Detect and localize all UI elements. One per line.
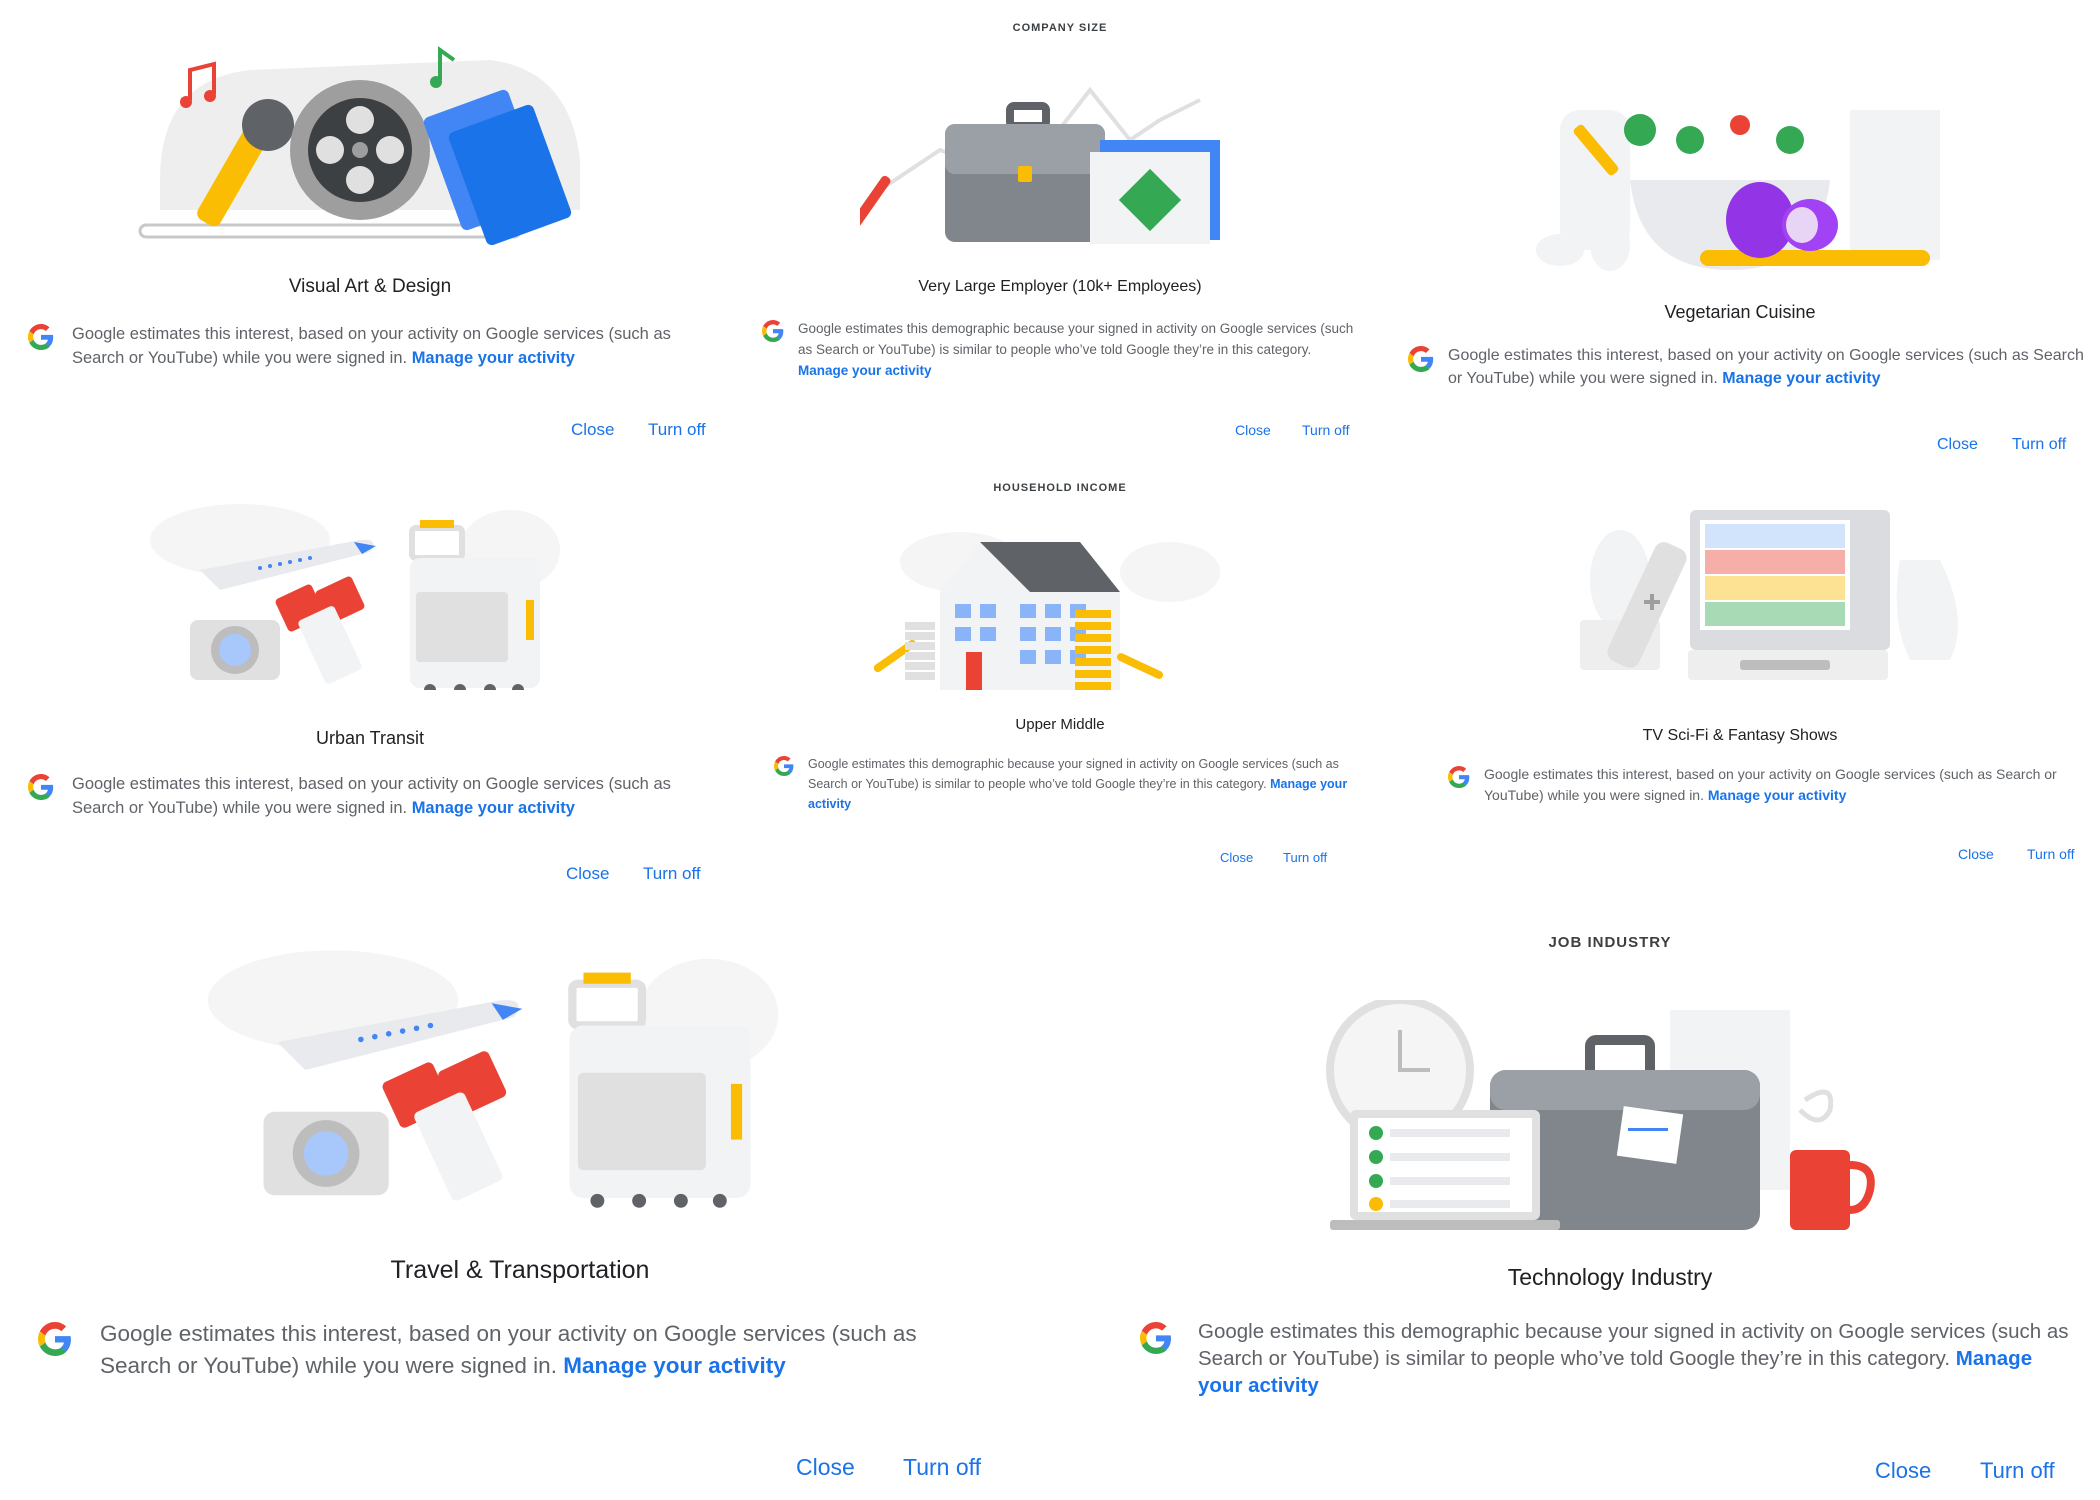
card-description: Google estimates this interest, based on… [72, 775, 671, 817]
manage-activity-link[interactable]: Manage your activity [1708, 787, 1847, 803]
info-row: Google estimates this interest, based on… [1448, 764, 2088, 806]
house-coins-illustration [870, 522, 1250, 692]
card-title: Very Large Employer (10k+ Employees) [918, 278, 1202, 295]
info-row: Google estimates this interest, based on… [1408, 344, 2088, 390]
turn-off-button[interactable]: Turn off [2012, 436, 2066, 454]
interest-card-urban-transit: Urban Transit Google estimates this inte… [0, 460, 740, 900]
card-description: Google estimates this demographic becaus… [1198, 1320, 2069, 1370]
card-title: TV Sci-Fi & Fantasy Shows [1642, 727, 1838, 744]
tv-remote-illustration [1570, 500, 1970, 690]
close-button[interactable]: Close [571, 420, 614, 440]
turn-off-button[interactable]: Turn off [1302, 422, 1349, 438]
close-button[interactable]: Close [566, 864, 609, 884]
card-category-label: HOUSEHOLD INCOME [993, 482, 1127, 494]
interest-card-vegetarian: Vegetarian Cuisine Google estimates this… [1380, 0, 2100, 470]
card-title: Visual Art & Design [288, 276, 452, 297]
card-title: Upper Middle [1015, 716, 1105, 733]
close-button[interactable]: Close [1875, 1458, 1931, 1484]
manage-activity-link[interactable]: Manage your activity [563, 1353, 786, 1378]
turn-off-button[interactable]: Turn off [1980, 1458, 2055, 1484]
google-g-icon [1408, 346, 1434, 372]
turn-off-button[interactable]: Turn off [903, 1454, 981, 1481]
info-row: Google estimates this interest, based on… [38, 1318, 1018, 1382]
card-category-label: COMPANY SIZE [1012, 22, 1108, 34]
interest-card-visual-art: Visual Art & Design Google estimates thi… [0, 0, 740, 460]
manage-activity-link[interactable]: Manage your activity [412, 799, 575, 817]
turn-off-button[interactable]: Turn off [643, 864, 701, 884]
google-g-icon [1140, 1322, 1172, 1354]
google-g-icon [762, 320, 784, 342]
manage-activity-link[interactable]: Manage your activity [1722, 370, 1880, 387]
card-description: Google estimates this demographic becaus… [808, 757, 1339, 791]
google-g-icon [38, 1322, 72, 1356]
google-g-icon [1448, 766, 1470, 788]
google-g-icon [774, 756, 794, 776]
google-g-icon [28, 774, 54, 800]
briefcase-illustration [860, 60, 1260, 250]
office-laptop-illustration [1290, 1000, 1910, 1240]
travel-illustration [180, 925, 820, 1215]
interest-card-travel: Travel & Transportation Google estimates… [0, 900, 1060, 1500]
interest-card-tv-scifi: TV Sci-Fi & Fantasy Shows Google estimat… [1380, 470, 2100, 900]
interest-card-household-income: HOUSEHOLD INCOME Upper Middle Google est… [740, 460, 1380, 900]
interest-card-company-size: COMPANY SIZE Very Large Employer (10k+ E… [740, 0, 1380, 460]
google-g-icon [28, 324, 54, 350]
salad-bowl-illustration [1510, 80, 1950, 280]
manage-activity-link[interactable]: Manage your activity [412, 349, 575, 367]
card-description: Google estimates this interest, based on… [100, 1321, 917, 1378]
turn-off-button[interactable]: Turn off [648, 420, 706, 440]
interest-card-job-industry: JOB INDUSTRY Technology Industry Google [1110, 900, 2100, 1500]
info-row: Google estimates this interest, based on… [28, 772, 718, 820]
info-row: Google estimates this demographic becaus… [1140, 1318, 2090, 1399]
card-title: Vegetarian Cuisine [1664, 302, 1816, 322]
card-title: Travel & Transportation [390, 1256, 650, 1284]
art-design-illustration [130, 40, 610, 250]
manage-activity-link[interactable]: Manage your activity [798, 363, 932, 378]
turn-off-button[interactable]: Turn off [1283, 850, 1327, 865]
card-title: Technology Industry [1507, 1264, 1713, 1290]
card-description: Google estimates this interest, based on… [72, 325, 671, 367]
info-row: Google estimates this interest, based on… [28, 322, 718, 370]
card-title: Urban Transit [315, 728, 425, 748]
card-description: Google estimates this demographic becaus… [798, 321, 1354, 357]
turn-off-button[interactable]: Turn off [2027, 846, 2074, 862]
close-button[interactable]: Close [1220, 850, 1253, 865]
close-button[interactable]: Close [1958, 846, 1994, 862]
close-button[interactable]: Close [1235, 422, 1271, 438]
info-row: Google estimates this demographic becaus… [774, 754, 1354, 814]
info-row: Google estimates this demographic becaus… [762, 318, 1362, 381]
close-button[interactable]: Close [1937, 436, 1978, 454]
travel-illustration [130, 490, 590, 690]
close-button[interactable]: Close [796, 1454, 855, 1481]
card-category-label: JOB INDUSTRY [1548, 934, 1672, 951]
